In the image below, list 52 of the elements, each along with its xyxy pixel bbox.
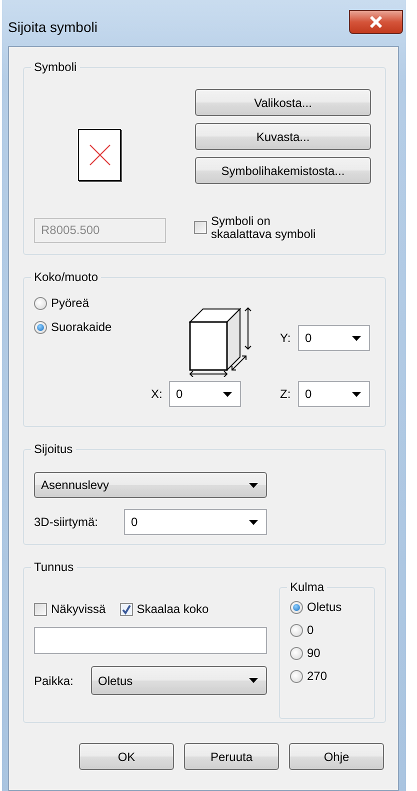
radio-button[interactable] [34, 296, 47, 310]
caret-icon [352, 336, 361, 340]
checkbox-label: Näkyvissä [51, 602, 106, 616]
checkbox[interactable] [194, 220, 207, 234]
radio-label: Suorakaide [51, 320, 112, 334]
group-title: Kulma [287, 580, 328, 594]
radio-label: Pyöreä [51, 296, 90, 310]
group-title: Tunnus [31, 560, 77, 574]
group-title: Sijoitus [31, 442, 76, 456]
checkbox-label: Skaalaa koko [136, 602, 209, 616]
caret-icon [249, 520, 258, 524]
group-title: Koko/muoto [31, 270, 102, 284]
button[interactable]: OK [79, 743, 174, 770]
radio-button[interactable] [290, 624, 303, 636]
cross-icon [88, 143, 112, 167]
caret-icon [223, 392, 232, 396]
caret-icon [249, 482, 258, 488]
dropdown[interactable]: 0 [169, 381, 241, 407]
close-icon [369, 16, 383, 28]
dropdown[interactable]: 0 [124, 509, 267, 535]
radio-label: 270 [307, 669, 328, 683]
checkbox[interactable] [120, 602, 133, 616]
text-field[interactable] [34, 627, 267, 654]
radio-button[interactable] [290, 646, 303, 660]
caret-icon [352, 392, 361, 396]
cube-dimensions-drawing [188, 307, 254, 377]
radio-label: Oletus [307, 600, 342, 614]
window-title: Sijoita symboli [8, 19, 98, 35]
checkbox-label: Symboli on skaalattava symboli [211, 214, 317, 240]
field-label: Y: [280, 331, 292, 345]
field-label: Paikka: [34, 674, 74, 688]
button[interactable]: Symbolihakemistosta... [195, 157, 371, 184]
radio-label: 90 [307, 646, 320, 660]
radio-button[interactable] [290, 670, 303, 682]
dropdown[interactable]: 0 [298, 325, 370, 351]
group-title: Symboli [31, 60, 80, 74]
button[interactable]: Valikosta... [195, 89, 371, 116]
dropdown[interactable]: 0 [298, 381, 370, 407]
button[interactable]: Ohje [289, 743, 384, 770]
caret-icon [249, 678, 258, 683]
field-label: X: [151, 387, 163, 401]
radio-button[interactable] [290, 600, 303, 614]
radio-button[interactable] [34, 320, 47, 334]
field-label: Z: [280, 387, 292, 401]
close-button[interactable] [349, 10, 403, 34]
checkbox[interactable] [34, 602, 47, 616]
field-label: 3D-siirtymä: [34, 515, 100, 529]
dropdown[interactable]: Oletus [91, 666, 267, 695]
button[interactable]: Peruuta [184, 743, 279, 770]
dropdown[interactable]: Asennuslevy [34, 472, 267, 498]
radio-label: 0 [307, 623, 314, 637]
button[interactable]: Kuvasta... [195, 123, 371, 150]
